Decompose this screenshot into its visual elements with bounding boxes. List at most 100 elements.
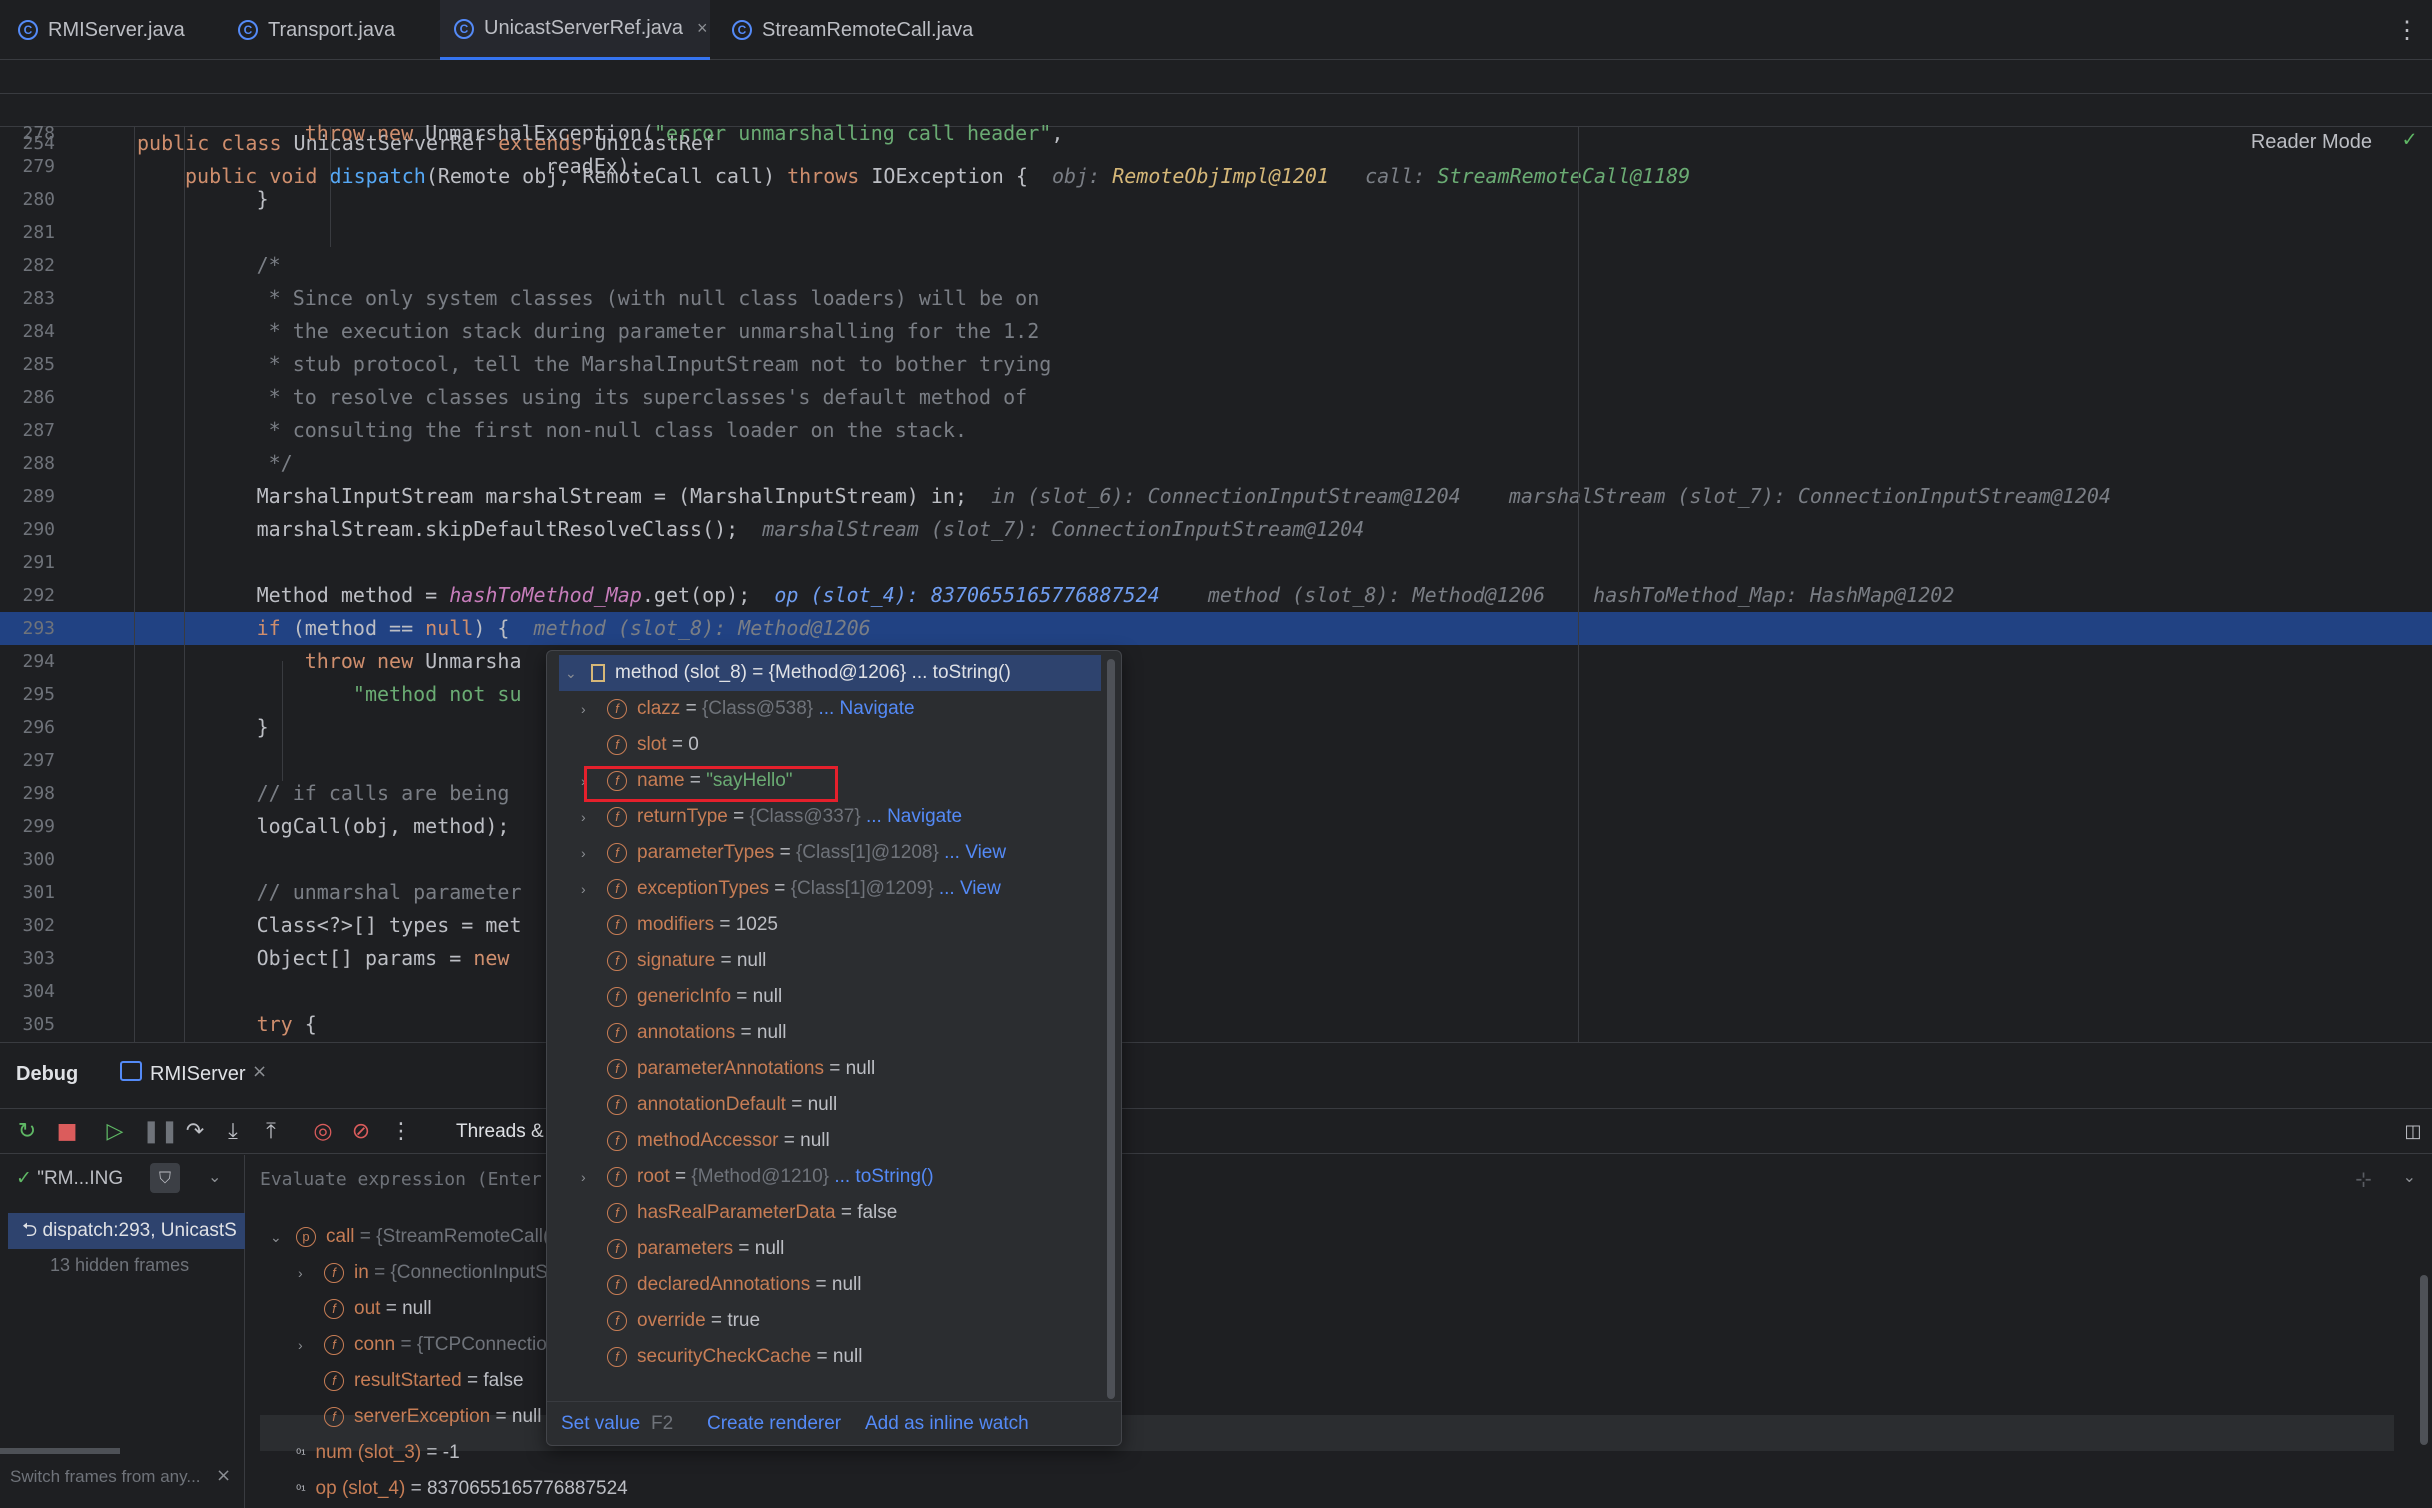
chevron-right-icon[interactable]: › [581, 691, 599, 727]
tab-transport[interactable]: C Transport.java [238, 0, 443, 60]
tab-threads-variables[interactable]: Threads & [456, 1121, 544, 1143]
code-line[interactable]: 284 * the execution stack during paramet… [0, 315, 2432, 348]
popup-field-row[interactable]: f declaredAnnotations = null [581, 1267, 1121, 1303]
code-line[interactable]: 304 [0, 975, 2432, 1008]
code-line[interactable]: 293 if (method == null) { method (slot_8… [0, 612, 2432, 645]
add-watch-icon[interactable]: ⊹ [2355, 1167, 2372, 1191]
step-into-icon[interactable]: ⤓ [220, 1119, 246, 1145]
navigate-link[interactable]: ... Navigate [818, 698, 914, 719]
layout-icon[interactable]: ◫ [2400, 1119, 2426, 1145]
popup-field-row[interactable]: f override = true [581, 1303, 1121, 1339]
code-line[interactable]: 278 throw new UnmarshalException("error … [0, 117, 2432, 150]
popup-root-row[interactable]: ⌄ method (slot_8) = {Method@1206} ... toS… [559, 655, 1101, 691]
code-line[interactable]: 285 * stub protocol, tell the MarshalInp… [0, 348, 2432, 381]
view-breakpoints-icon[interactable]: ◎ [310, 1119, 336, 1145]
scrollbar[interactable] [1107, 659, 1115, 1399]
code-line[interactable]: 296 } [0, 711, 2432, 744]
popup-field-row[interactable]: f modifiers = 1025 [581, 907, 1121, 943]
create-renderer-link[interactable]: Create renderer [707, 1402, 841, 1445]
code-line[interactable]: 297 [0, 744, 2432, 777]
popup-field-row[interactable]: › f exceptionTypes = {Class[1]@1209} ... V… [581, 871, 1121, 907]
variable-row[interactable]: f serverException = null [298, 1399, 541, 1435]
scrollbar[interactable] [2420, 1275, 2428, 1445]
code-line[interactable]: 302 Class<?>[] types = met [0, 909, 2432, 942]
variable-row[interactable]: ⌄ p call = {StreamRemoteCall( [270, 1219, 549, 1255]
chevron-down-icon[interactable]: ⌄ [565, 655, 583, 691]
set-value-link[interactable]: Set value [561, 1402, 640, 1445]
chevron-right-icon[interactable]: › [298, 1255, 316, 1291]
code-line[interactable]: 281 [0, 216, 2432, 249]
code-line[interactable]: 282 /* [0, 249, 2432, 282]
popup-field-row[interactable]: f methodAccessor = null [581, 1123, 1121, 1159]
code-line[interactable]: 289 MarshalInputStream marshalStream = (… [0, 480, 2432, 513]
chevron-right-icon[interactable]: ⌄ [270, 1219, 288, 1255]
popup-field-row[interactable]: › f root = {Method@1210} ... toString() [581, 1159, 1121, 1195]
stop-icon[interactable]: ■ [54, 1119, 80, 1145]
chevron-right-icon[interactable]: › [581, 1159, 599, 1195]
code-line[interactable]: 279 readEx); [0, 150, 2432, 183]
tab-streamremotecall[interactable]: C StreamRemoteCall.java [732, 0, 1002, 60]
tab-rmiserver-session[interactable]: RMIServer [150, 1063, 246, 1086]
variable-row[interactable]: ⁰¹ num (slot_3) = -1 [270, 1435, 460, 1471]
navigate-link[interactable]: ... View [939, 878, 1001, 899]
thread-selector[interactable]: ✓ "RM...ING [16, 1167, 123, 1190]
popup-field-row[interactable]: f slot = 0 [581, 727, 1121, 763]
code-line[interactable]: 303 Object[] params = new [0, 942, 2432, 975]
variable-row[interactable]: f resultStarted = false [298, 1363, 524, 1399]
chevron-right-icon[interactable]: › [581, 871, 599, 907]
chevron-right-icon[interactable]: › [581, 799, 599, 835]
code-line[interactable]: 287 * consulting the first non-null clas… [0, 414, 2432, 447]
code-line[interactable]: 300 [0, 843, 2432, 876]
chevron-down-icon[interactable]: ⌄ [2403, 1167, 2416, 1186]
code-line[interactable]: 301 // unmarshal parameter [0, 876, 2432, 909]
chevron-down-icon[interactable]: ⌄ [208, 1167, 221, 1186]
add-inline-watch-link[interactable]: Add as inline watch [865, 1402, 1029, 1445]
popup-field-row[interactable]: f hasRealParameterData = false [581, 1195, 1121, 1231]
reader-mode-button[interactable]: Reader Mode [2251, 131, 2372, 154]
popup-field-row[interactable]: f securityCheckCache = null [581, 1339, 1121, 1375]
step-out-icon[interactable]: ⤒ [258, 1119, 284, 1145]
code-line[interactable]: 280 } [0, 183, 2432, 216]
resume-icon[interactable]: ▷ [102, 1119, 128, 1145]
code-line[interactable]: 299 logCall(obj, method); [0, 810, 2432, 843]
code-line[interactable]: 290 marshalStream.skipDefaultResolveClas… [0, 513, 2432, 546]
filter-icon[interactable]: ⛉ [150, 1163, 180, 1193]
code-line[interactable]: 291 [0, 546, 2432, 579]
tab-rmiserver[interactable]: C RMIServer.java [18, 0, 223, 60]
close-icon[interactable]: × [697, 18, 708, 39]
code-editor[interactable]: 71 public class UnicastServerRef extends… [0, 61, 2432, 1042]
navigate-link[interactable]: ... View [944, 842, 1006, 863]
scrollbar[interactable] [0, 1448, 120, 1454]
evaluate-expression-input[interactable]: Evaluate expression (Enter [260, 1169, 542, 1190]
popup-field-row[interactable]: f signature = null [581, 943, 1121, 979]
tab-unicastserverref[interactable]: C UnicastServerRef.java × [440, 0, 710, 60]
frame-item[interactable]: ⮌ dispatch:293, UnicastS [8, 1213, 245, 1249]
pause-icon[interactable]: ❚❚ [142, 1119, 179, 1145]
sticky-line-class[interactable]: 71 public class UnicastServerRef extends… [0, 61, 2432, 155]
navigate-link[interactable]: ... toString() [834, 1166, 933, 1187]
variable-row[interactable]: › f conn = {TCPConnection [298, 1327, 557, 1363]
chevron-right-icon[interactable]: › [581, 835, 599, 871]
step-over-icon[interactable]: ↷ [182, 1119, 208, 1145]
code-line[interactable]: 294 throw new Unmarsha [0, 645, 2432, 678]
popup-field-row[interactable]: f annotations = null [581, 1015, 1121, 1051]
chevron-right-icon[interactable]: › [298, 1327, 316, 1363]
navigate-link[interactable]: ... Navigate [866, 806, 962, 827]
code-line[interactable]: 298 // if calls are being [0, 777, 2432, 810]
mute-breakpoints-icon[interactable]: ⊘ [348, 1119, 374, 1145]
variable-row[interactable]: › f in = {ConnectionInputS [298, 1255, 548, 1291]
variable-row[interactable]: ⁰¹ op (slot_4) = 8370655165776887524 [270, 1471, 628, 1507]
code-line[interactable]: 292 Method method = hashToMethod_Map.get… [0, 579, 2432, 612]
more-icon[interactable]: ⋮ [388, 1119, 414, 1145]
close-icon[interactable]: × [216, 1465, 231, 1486]
more-tabs-icon[interactable]: ⋮ [2395, 0, 2419, 60]
popup-field-row[interactable]: f genericInfo = null [581, 979, 1121, 1015]
popup-field-row[interactable]: f parameterAnnotations = null [581, 1051, 1121, 1087]
popup-field-row[interactable]: f annotationDefault = null [581, 1087, 1121, 1123]
code-line[interactable]: 305 try { [0, 1008, 2432, 1041]
popup-field-row[interactable]: › f returnType = {Class@337} ... Navigate [581, 799, 1121, 835]
hidden-frames-label[interactable]: 13 hidden frames [50, 1255, 189, 1276]
popup-field-row[interactable]: › f clazz = {Class@538} ... Navigate [581, 691, 1121, 727]
popup-field-row[interactable]: › f parameterTypes = {Class[1]@1208} ... V… [581, 835, 1121, 871]
popup-field-row[interactable]: f parameters = null [581, 1231, 1121, 1267]
